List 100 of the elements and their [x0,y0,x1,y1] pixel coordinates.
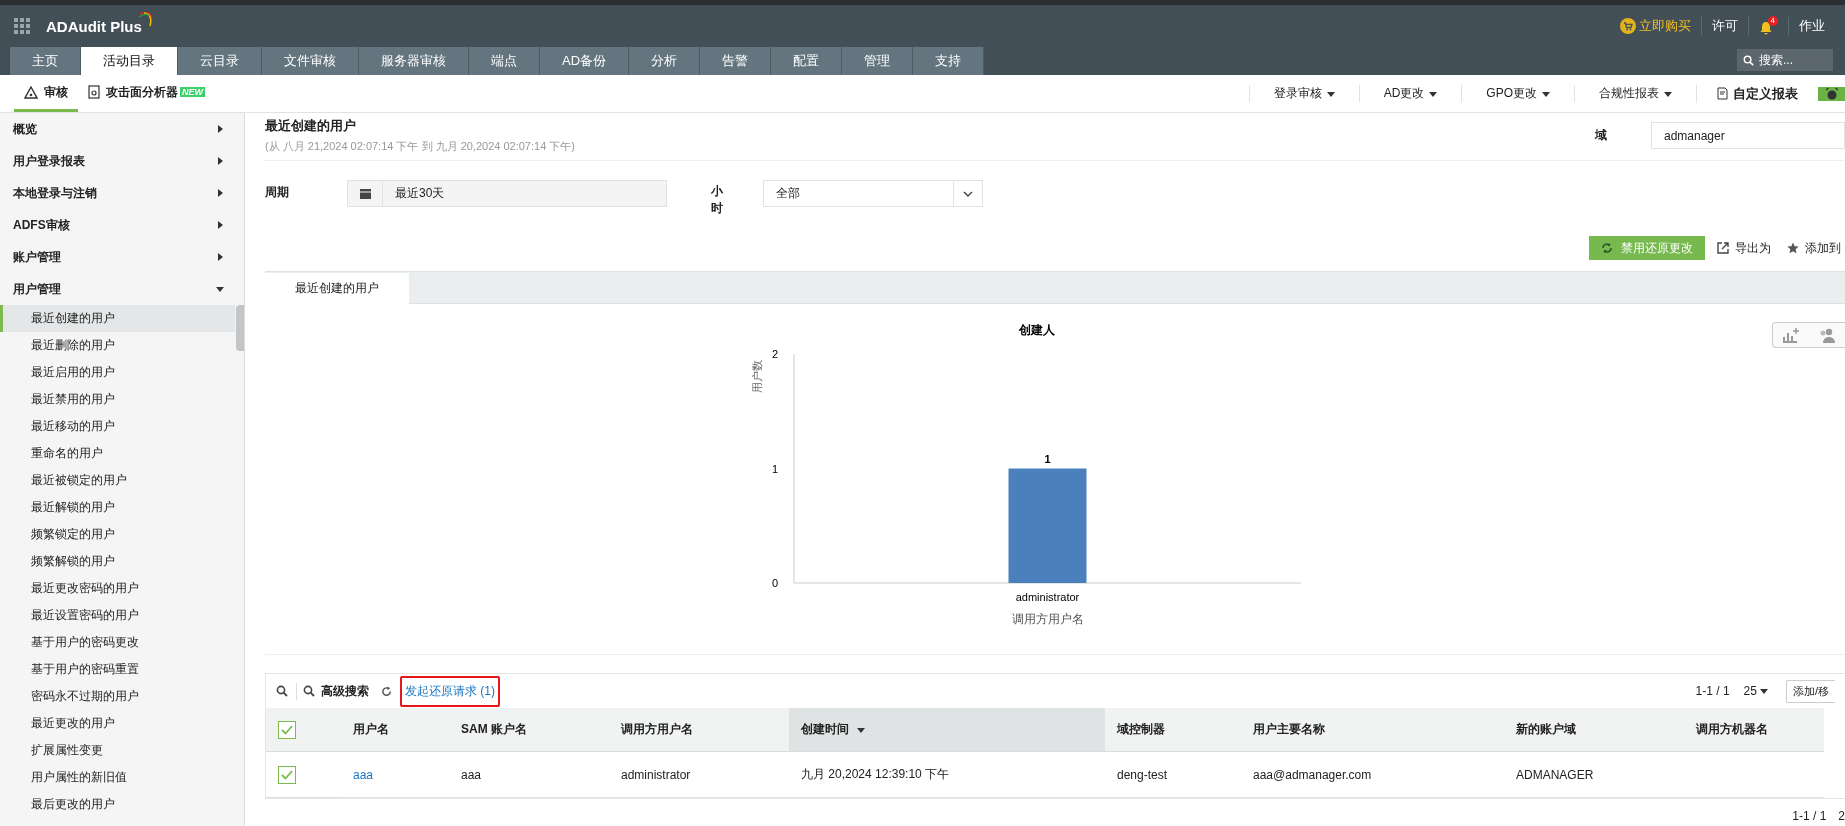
caret-icon [1326,89,1335,98]
report-menu[interactable]: 合规性报表 [1574,85,1696,102]
top-link[interactable]: 许可 [1700,17,1748,35]
user-link[interactable]: aaa [341,752,449,798]
sidebar-group[interactable]: 本地登录与注销 [0,177,244,209]
nav-tab[interactable]: 支持 [913,47,985,75]
hour-select[interactable]: 全部 [763,180,983,207]
column-header[interactable]: 调用方机器名 [1684,708,1824,752]
sidebar-item[interactable]: 重命名的用户 [0,440,235,467]
hour-label: 小时 [711,183,723,217]
sidebar-item[interactable]: 最近被锁定的用户 [0,467,235,494]
y-axis-label: 用户数 [751,359,763,393]
column-header[interactable]: 域控制器 [1105,708,1241,752]
chart-title: 创建人 [1019,323,1055,337]
pagination-range: 1-1 / 1 [1792,809,1827,823]
report-menu[interactable]: GPO更改 [1461,85,1574,102]
new-badge: NEW [180,87,205,97]
sidebar-item[interactable]: 频繁解锁的用户 [0,548,235,575]
column-header[interactable]: 调用方用户名 [609,708,789,752]
pagination-range: 1-1 / 1 [1695,684,1730,698]
alarm-clock-icon [1824,86,1839,101]
table-cell: deng-test [1105,752,1241,798]
star-icon [1787,242,1799,254]
top-link[interactable]: 作业 [1788,17,1835,35]
nav-tab[interactable]: 云目录 [178,47,262,75]
alarm-button[interactable] [1818,86,1845,101]
add-remove-columns-button[interactable]: 添加/移 [1785,679,1835,703]
column-header[interactable]: 新的账户域 [1504,708,1684,752]
report-tab[interactable]: 最近创建的用户 [265,273,409,304]
report-menu[interactable]: 登录审核 [1248,85,1359,102]
period-field[interactable]: 最近30天 [347,180,667,207]
sidebar-group[interactable]: 概览 [0,113,244,145]
users-icon[interactable] [1818,327,1836,343]
sidebar-item[interactable]: 最近解锁的用户 [0,494,235,521]
nav-tab[interactable]: AD备份 [540,47,630,75]
table-cell: 九月 20,2024 12:39:10 下午 [789,752,1105,798]
report-menu[interactable]: AD更改 [1358,85,1462,102]
expand-caret-icon [216,189,224,197]
column-header[interactable]: SAM 账户名 [449,708,609,752]
sidebar-collapse-handle[interactable] [236,305,244,351]
sidebar-item[interactable]: 最近禁用的用户 [0,386,235,413]
sidebar-item[interactable]: 基于用户的密码更改 [0,629,235,656]
search-field[interactable]: 搜索... [1737,49,1833,71]
sidebar-group[interactable]: 用户登录报表 [0,145,244,177]
nav-tab[interactable]: 告警 [700,47,772,75]
sidebar-item[interactable]: 频繁锁定的用户 [0,521,235,548]
nav-tab[interactable]: 文件审核 [262,47,359,75]
nav-tab[interactable]: 活动目录 [81,47,178,75]
table-cell: aaa [449,752,609,798]
search-icon[interactable] [276,685,288,697]
y-tick-label: 2 [771,348,778,360]
sidebar-item[interactable]: 最近删除的用户 [0,332,235,359]
sidebar-group[interactable]: 用户管理 [0,273,244,305]
nav-tab[interactable]: 管理 [842,47,914,75]
x-tick-label: administrator [1015,591,1080,603]
calendar-icon [359,188,371,199]
date-range: (从 八月 21,2024 02:07:14 下午 到 九月 20,2024 02:07:14 下午) [265,139,575,154]
column-header[interactable]: 创建时间 [789,708,1105,752]
sidebar-item[interactable]: 最近设置密码的用户 [0,602,235,629]
sidebar-item[interactable]: 用户属性的新旧值 [0,764,235,791]
sidebar-group[interactable]: ADFS审核 [0,209,244,241]
column-header[interactable]: 用户名 [341,708,449,752]
notification-button[interactable]: 4 [1747,16,1788,36]
search-icon [1743,55,1754,66]
sidebar-item[interactable]: 扩展属性变更 [0,737,235,764]
caret-icon [1759,687,1768,695]
sort-caret-icon [857,725,865,734]
nav-tab[interactable]: 配置 [771,47,843,75]
nav-tab[interactable]: 端点 [469,47,540,75]
checkbox[interactable] [278,720,296,739]
expand-caret-icon [216,125,224,133]
sidebar-item[interactable]: 最后更改的用户 [0,791,235,818]
sidebar-group[interactable]: 账户管理 [0,241,244,273]
buy-now-link[interactable]: 立即购买 [1609,17,1701,35]
nav-tab[interactable]: 主页 [10,47,81,75]
chart-add-icon[interactable] [1782,327,1800,343]
sidebar-item[interactable]: 最近更改的用户 [0,710,235,737]
nav-tab[interactable]: 分析 [629,47,701,75]
refresh-icon[interactable] [381,685,392,697]
column-header[interactable]: 用户主要名称 [1241,708,1504,752]
restore-request-link[interactable]: 发起还原请求 (1) [400,675,500,707]
checkbox[interactable] [278,765,296,784]
table-cell: administrator [609,752,789,798]
sidebar-item[interactable]: 最近更改密码的用户 [0,575,235,602]
sidebar-item[interactable]: 最近启用的用户 [0,359,235,386]
sidebar-item[interactable]: 最近移动的用户 [0,413,235,440]
nav-tab[interactable]: 服务器审核 [359,47,469,75]
y-tick-label: 1 [771,462,778,475]
domain-field[interactable]: admanager [1651,122,1845,149]
app-grid-icon[interactable] [14,18,30,34]
sidebar-item[interactable]: 密码永不过期的用户 [0,683,235,710]
subnav-tab[interactable]: 攻击面分析器 NEW [78,75,215,112]
page-size-select[interactable]: 25 [1743,684,1772,698]
export-button[interactable]: 导出为 [1717,239,1775,257]
advanced-search-button[interactable]: 高级搜索 [296,682,373,700]
sidebar-item[interactable]: 基于用户的密码重置 [0,656,235,683]
add-to-button[interactable]: 添加到 [1787,239,1845,257]
sidebar-item[interactable]: 最近创建的用户 [0,305,235,332]
caret-icon [1429,89,1438,98]
page-size-select[interactable]: 2 [1838,809,1845,823]
